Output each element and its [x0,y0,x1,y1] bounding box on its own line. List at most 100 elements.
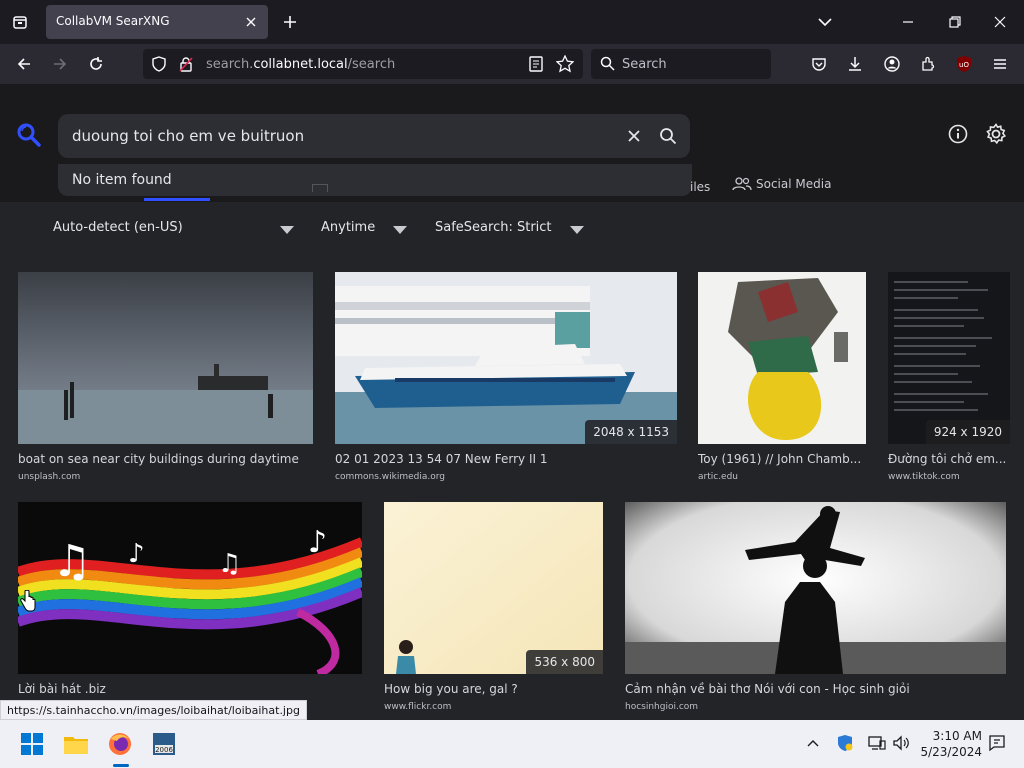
result-title[interactable]: 02 01 2023 13 54 07 New Ferry II 1 [335,452,677,466]
image-result[interactable]: Toy (1961) // John Chamb... artic.edu [698,272,866,482]
windows-security-icon[interactable] [834,732,856,754]
tab-title: CollabVM SearXNG [56,14,170,28]
taskbar-clock[interactable]: 3:10 AM 5/23/2024 [918,728,982,760]
time-range-value: Anytime [321,220,376,235]
info-icon[interactable] [946,122,970,146]
result-thumbnail[interactable]: 536 x 800 [384,502,603,674]
result-title[interactable]: How big you are, gal ? [384,682,603,696]
safesearch-value: SafeSearch: Strict [435,220,552,235]
svg-text:♪: ♪ [308,525,327,560]
network-icon[interactable] [866,732,888,754]
image-result[interactable]: Cảm nhận về bài thơ Nói với con - Học si… [625,502,1006,712]
minimize-icon[interactable] [894,8,922,36]
active-category-underline [144,198,210,201]
back-arrow-icon[interactable] [11,51,37,77]
list-tabs-chevron-icon[interactable] [812,10,838,34]
image-result[interactable]: 924 x 1920 Đường tôi chở em... www.tikto… [888,272,1010,482]
search-query-text[interactable]: duoung toi cho em ve buitruon [72,127,304,145]
search-submit-icon[interactable] [656,124,680,148]
result-title[interactable]: Cảm nhận về bài thơ Nói với con - Học si… [625,682,1006,696]
people-icon [732,177,752,191]
result-title[interactable]: Đường tôi chở em... [888,452,1010,466]
svg-text:♫: ♫ [218,549,241,579]
category-icon-partial [312,184,328,192]
searxng-logo-icon[interactable] [16,122,42,148]
chevron-down-icon [280,226,294,234]
svg-text:♫: ♫ [52,536,91,587]
result-thumbnail[interactable]: ♫ ♪ ♫ ♪ [18,502,362,674]
reader-view-icon[interactable] [529,56,543,76]
reload-icon[interactable] [83,51,109,77]
tab-strip: CollabVM SearXNG [0,0,1024,44]
image-result[interactable]: boat on sea near city buildings during d… [18,272,313,482]
firefox-icon[interactable] [104,728,136,760]
notification-bell-icon[interactable] [986,732,1008,754]
result-source: www.tiktok.com [888,472,960,482]
language-select[interactable]: Auto-detect (en-US) [53,220,295,240]
result-title[interactable]: Lời bài hát .biz [18,682,362,696]
close-window-icon[interactable] [986,8,1014,36]
clock-time: 3:10 AM [932,729,982,743]
result-thumbnail[interactable]: 924 x 1920 [888,272,1010,444]
ublock-origin-icon[interactable]: uO [951,51,977,77]
close-tab-icon[interactable] [242,13,260,31]
result-title[interactable]: boat on sea near city buildings during d… [18,452,313,466]
search-bar-placeholder: Search [622,57,667,72]
file-explorer-icon[interactable] [60,728,92,760]
result-thumbnail[interactable] [625,502,1006,674]
category-social-media[interactable]: Social Media [732,177,831,191]
tab-active[interactable]: CollabVM SearXNG [46,5,268,39]
clear-search-icon[interactable] [622,124,646,148]
tracking-shield-icon[interactable] [152,56,166,76]
search-query-box[interactable]: duoung toi cho em ve buitruon [58,114,690,158]
autocomplete-dropdown: No item found [58,164,692,196]
page-content: duoung toi cho em ve buitruon No item fo… [0,84,1024,720]
ublock-badge-text: uO [959,61,969,69]
result-thumbnail[interactable]: 2048 x 1153 [335,272,677,444]
settings-gear-icon[interactable] [984,122,1008,146]
hand-cursor-icon [20,589,36,616]
result-source: www.flickr.com [384,702,452,712]
downloads-icon[interactable] [842,51,868,77]
chevron-down-icon [570,226,584,234]
volume-icon[interactable] [890,732,912,754]
url-text: search.collabnet.local/search [206,57,396,72]
image-result[interactable]: ♫ ♪ ♫ ♪ Lời bài hát .biz [18,502,362,702]
image-dimensions-badge: 924 x 1920 [925,420,1010,444]
category-social-media-label: Social Media [756,177,832,191]
result-source: artic.edu [698,472,739,482]
new-tab-icon[interactable] [278,10,302,34]
image-result[interactable]: 536 x 800 How big you are, gal ? www.fli… [384,502,603,712]
svg-text:2006: 2006 [155,746,173,754]
result-title[interactable]: Toy (1961) // John Chamb... [698,452,866,466]
url-bar[interactable]: search.collabnet.local/search [143,49,583,79]
forward-arrow-icon[interactable] [47,51,73,77]
image-dimensions-badge: 2048 x 1153 [585,420,677,444]
pocket-icon[interactable] [806,51,832,77]
navigation-toolbar: search.collabnet.local/search Search uO [0,44,1024,84]
autocomplete-empty-text: No item found [72,172,172,188]
chevron-down-icon [393,226,407,234]
category-files-label[interactable]: iles [690,180,710,194]
restore-icon[interactable] [941,8,969,36]
insecure-lock-icon[interactable] [179,56,193,76]
image-result[interactable]: 2048 x 1153 02 01 2023 13 54 07 New Ferr… [335,272,677,482]
time-range-select[interactable]: Anytime [321,220,409,240]
menu-hamburger-icon[interactable] [987,51,1013,77]
windows-start-icon[interactable] [16,728,48,760]
extensions-icon[interactable] [915,51,941,77]
result-source: commons.wikimedia.org [335,472,445,482]
firefox-view-icon[interactable] [6,8,34,36]
safesearch-select[interactable]: SafeSearch: Strict [435,220,585,240]
app-2006-icon[interactable]: 2006 [148,728,180,760]
result-thumbnail[interactable] [698,272,866,444]
searxng-header: duoung toi cho em ve buitruon No item fo… [0,84,1024,202]
show-hidden-icons-chevron-icon[interactable] [802,732,824,754]
image-dimensions-badge: 536 x 800 [526,650,603,674]
account-icon[interactable] [879,51,905,77]
bookmark-star-icon[interactable] [555,54,575,77]
browser-search-bar[interactable]: Search [591,49,771,79]
result-thumbnail[interactable] [18,272,313,444]
language-select-value: Auto-detect (en-US) [53,220,183,235]
active-app-indicator [113,764,129,767]
